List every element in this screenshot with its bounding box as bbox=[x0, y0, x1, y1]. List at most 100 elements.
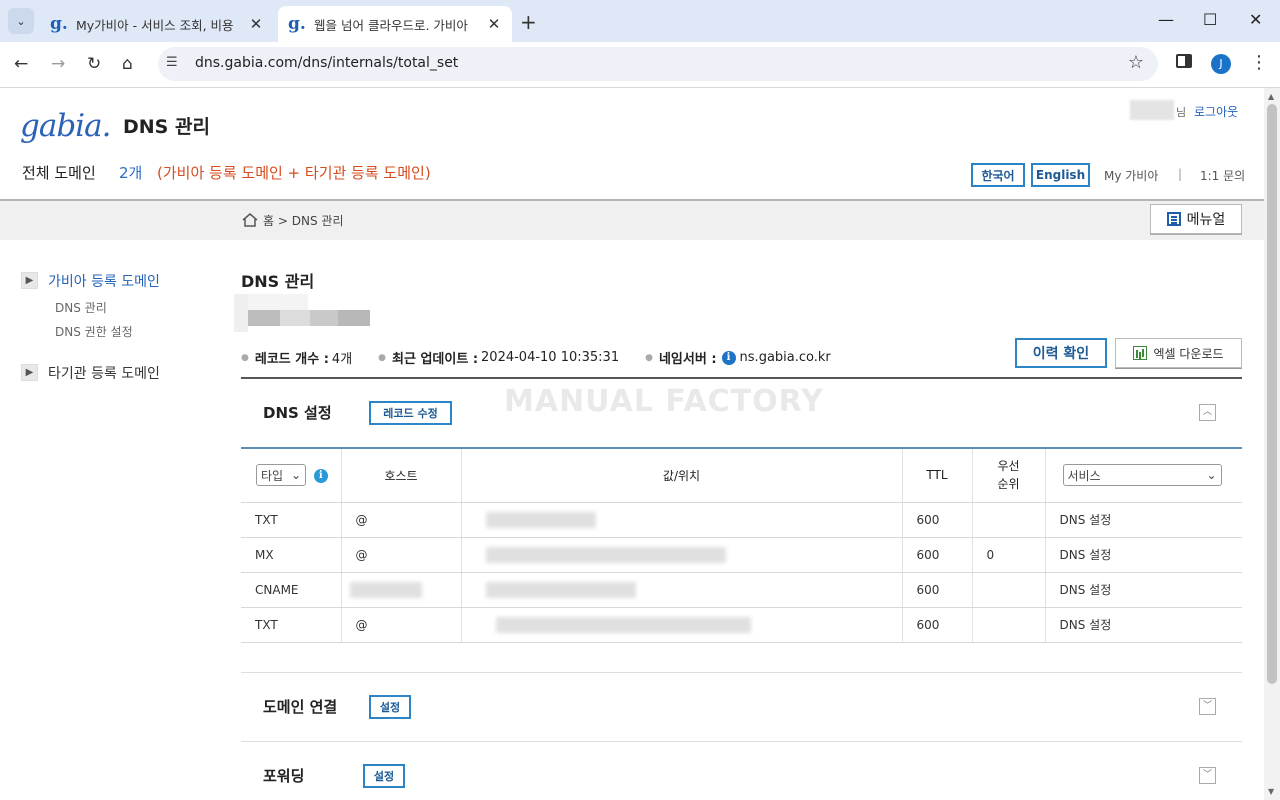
browser-toolbar: ← → ↻ ⌂ ☰ dns.gabia.com/dns/internals/to… bbox=[0, 42, 1280, 88]
expand-chevron-down-icon[interactable]: ﹀ bbox=[1199, 767, 1216, 784]
record-service: DNS 설정 bbox=[1044, 537, 1242, 573]
scroll-down-icon[interactable]: ▼ bbox=[1268, 787, 1274, 796]
sidebar-item-dns-manage[interactable]: DNS 관리 bbox=[55, 299, 107, 316]
table-row: MX @ 600 0 DNS 설정 bbox=[241, 537, 1242, 573]
expand-chevron-down-icon[interactable]: ﹀ bbox=[1199, 698, 1216, 715]
edit-records-button[interactable]: 레코드 수정 bbox=[369, 401, 452, 425]
close-icon[interactable]: ✕ bbox=[486, 15, 502, 33]
reload-icon[interactable]: ↻ bbox=[87, 54, 101, 74]
record-host: @ bbox=[340, 502, 461, 538]
last-update-label: 최근 업데이트 : bbox=[392, 352, 479, 367]
info-icon[interactable]: i bbox=[721, 350, 736, 365]
domain-connect-settings-button[interactable]: 설정 bbox=[369, 695, 411, 719]
record-ttl: 600 bbox=[901, 572, 972, 608]
site-info-icon[interactable]: ☰ bbox=[166, 55, 178, 70]
scroll-up-icon[interactable]: ▲ bbox=[1268, 92, 1274, 101]
gabia-logo[interactable]: gabia. bbox=[20, 108, 111, 144]
more-menu-icon[interactable]: ⋮ bbox=[1250, 52, 1268, 73]
watermark: MANUAL FACTORY bbox=[504, 384, 824, 419]
page-service-title: DNS 관리 bbox=[123, 116, 210, 138]
record-priority bbox=[971, 607, 1045, 643]
record-service: DNS 설정 bbox=[1044, 572, 1242, 608]
browser-tab-bar: ⌄ g. My가비아 - 서비스 조회, 비용 ✕ g. 웹을 넘어 클라우드로… bbox=[0, 0, 1280, 42]
table-row: TXT @ 600 DNS 설정 bbox=[241, 502, 1242, 538]
domain-name-redacted bbox=[234, 294, 370, 332]
sidebar-item-dns-permission[interactable]: DNS 권한 설정 bbox=[55, 323, 133, 340]
section-divider bbox=[241, 741, 1242, 742]
lang-ko-button[interactable]: 한국어 bbox=[971, 163, 1025, 187]
sidebar-group-gabia[interactable]: 가비아 등록 도메인 bbox=[48, 271, 160, 291]
service-filter-select[interactable]: 서비스 ⌄ bbox=[1062, 464, 1222, 487]
lang-en-button[interactable]: English bbox=[1031, 163, 1090, 187]
info-icon[interactable]: i bbox=[313, 469, 328, 484]
minimize-icon[interactable]: — bbox=[1158, 10, 1174, 29]
host-column-header: 호스트 bbox=[340, 447, 461, 503]
record-type: TXT bbox=[241, 607, 341, 643]
browser-tab-mygabia[interactable]: g. My가비아 - 서비스 조회, 비용 ✕ bbox=[40, 6, 274, 42]
back-icon[interactable]: ← bbox=[14, 54, 28, 74]
new-tab-button[interactable]: + bbox=[520, 10, 537, 34]
collapse-chevron-up-icon[interactable]: ︿ bbox=[1199, 404, 1216, 421]
close-window-icon[interactable]: ✕ bbox=[1249, 10, 1262, 29]
breadcrumb: 홈 > DNS 관리 bbox=[263, 212, 344, 229]
manual-button[interactable]: 메뉴얼 bbox=[1150, 204, 1242, 234]
main-title: DNS 관리 bbox=[241, 272, 315, 291]
sidebar-group-other[interactable]: 타기관 등록 도메인 bbox=[48, 363, 160, 383]
breadcrumb-current: DNS 관리 bbox=[291, 214, 344, 228]
breadcrumb-home[interactable]: 홈 bbox=[263, 214, 274, 228]
side-panel-icon[interactable] bbox=[1176, 54, 1192, 68]
type-filter-select[interactable]: 타입 ⌄ bbox=[256, 464, 306, 487]
record-host-redacted bbox=[340, 572, 461, 608]
chevron-right-icon[interactable]: ▶ bbox=[21, 272, 38, 289]
record-host: @ bbox=[340, 537, 461, 573]
chevron-down-icon: ⌄ bbox=[16, 14, 26, 28]
record-value-redacted bbox=[460, 572, 902, 608]
chevron-right-icon[interactable]: ▶ bbox=[21, 364, 38, 381]
breadcrumb-sep: > bbox=[277, 214, 288, 228]
record-value-redacted bbox=[460, 502, 902, 538]
manual-button-label: 메뉴얼 bbox=[1186, 212, 1226, 228]
user-suffix: 님 bbox=[1176, 106, 1187, 119]
record-service: DNS 설정 bbox=[1044, 607, 1242, 643]
record-host: @ bbox=[340, 607, 461, 643]
close-icon[interactable]: ✕ bbox=[248, 15, 264, 33]
record-priority bbox=[971, 572, 1045, 608]
ttl-column-header: TTL bbox=[901, 447, 972, 503]
domain-connect-title: 도메인 연결 bbox=[263, 698, 338, 716]
my-gabia-link[interactable]: My 가비아 bbox=[1104, 167, 1158, 184]
scrollbar-thumb[interactable] bbox=[1267, 104, 1277, 684]
forward-icon[interactable]: → bbox=[51, 54, 65, 74]
type-column-header: 타입 ⌄ i bbox=[241, 447, 341, 503]
record-type: MX bbox=[241, 537, 341, 573]
value-column-header: 값/위치 bbox=[460, 447, 902, 503]
history-button[interactable]: 이력 확인 bbox=[1015, 338, 1107, 368]
profile-avatar[interactable]: J bbox=[1211, 54, 1231, 74]
home-icon[interactable]: ⌂ bbox=[122, 54, 133, 74]
inquiry-link[interactable]: 1:1 문의 bbox=[1200, 167, 1245, 184]
user-name-redacted bbox=[1130, 100, 1174, 120]
nameserver-label: 네임서버 : bbox=[658, 352, 717, 367]
address-bar[interactable]: ☰ dns.gabia.com/dns/internals/total_set … bbox=[158, 47, 1158, 81]
forwarding-settings-button[interactable]: 설정 bbox=[363, 764, 405, 788]
record-service: DNS 설정 bbox=[1044, 502, 1242, 538]
logout-link[interactable]: 로그아웃 bbox=[1194, 103, 1238, 120]
tab-search-button[interactable]: ⌄ bbox=[8, 8, 34, 34]
dns-records-table: 타입 ⌄ i 호스트 값/위치 TTL 우선 순위 서비스 ⌄ TXT @ 600 D bbox=[241, 447, 1242, 643]
page-scrollbar[interactable]: ▲ ▼ bbox=[1264, 88, 1280, 800]
chevron-down-icon: ⌄ bbox=[1206, 468, 1217, 483]
record-ttl: 600 bbox=[901, 537, 972, 573]
dns-info-row: ● 레코드 개수 : 4개 ● 최근 업데이트 : 2024-04-10 10:… bbox=[241, 348, 857, 367]
document-icon bbox=[1166, 212, 1181, 226]
chart-icon bbox=[1133, 346, 1148, 360]
table-row: TXT @ 600 DNS 설정 bbox=[241, 607, 1242, 643]
maximize-icon[interactable]: ☐ bbox=[1203, 10, 1217, 29]
excel-download-button[interactable]: 엑셀 다운로드 bbox=[1115, 338, 1242, 368]
top-link-divider: | bbox=[1178, 167, 1183, 181]
bookmark-star-icon[interactable]: ☆ bbox=[1128, 52, 1144, 73]
record-value-redacted bbox=[460, 537, 902, 573]
record-count-item: ● 레코드 개수 : 4개 bbox=[241, 348, 352, 367]
browser-tab-gabia-dns[interactable]: g. 웹을 넘어 클라우드로. 가비아 ✕ bbox=[278, 6, 512, 42]
excel-download-label: 엑셀 다운로드 bbox=[1153, 346, 1224, 361]
home-icon[interactable] bbox=[242, 213, 258, 227]
section-divider bbox=[241, 377, 1242, 379]
